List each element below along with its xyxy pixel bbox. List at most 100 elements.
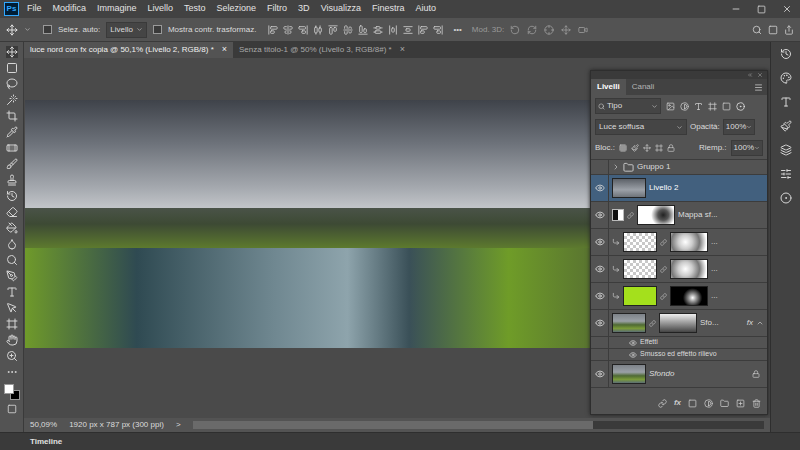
search-icon[interactable] xyxy=(752,25,762,35)
mode-3d-icon[interactable] xyxy=(510,25,520,35)
lasso-tool-icon[interactable] xyxy=(6,78,18,90)
lock-transparency-icon[interactable] xyxy=(619,144,627,152)
panel-strip-icon[interactable] xyxy=(780,120,792,132)
share-icon[interactable] xyxy=(784,25,794,35)
menu-item[interactable]: Livello xyxy=(148,2,174,16)
align-icon[interactable] xyxy=(313,25,323,35)
lock-position-icon[interactable] xyxy=(643,144,651,152)
horizontal-scrollbar[interactable] xyxy=(193,421,764,429)
collapse-icon[interactable] xyxy=(747,72,753,78)
timeline-tab[interactable]: Timeline xyxy=(30,436,62,448)
align-icon[interactable] xyxy=(268,25,278,35)
minimize-icon[interactable] xyxy=(731,4,741,14)
more-tool-icon[interactable] xyxy=(6,366,18,378)
mode-3d-icon[interactable] xyxy=(561,25,571,35)
add-mask-icon[interactable] xyxy=(688,399,697,408)
lock-pixels-icon[interactable] xyxy=(631,144,639,152)
expand-icon[interactable] xyxy=(612,163,620,171)
type-tool-icon[interactable] xyxy=(6,286,18,298)
visibility-toggle[interactable] xyxy=(591,361,609,387)
visibility-toggle[interactable] xyxy=(591,283,609,309)
close-icon[interactable] xyxy=(782,4,792,14)
align-icon[interactable] xyxy=(328,25,338,35)
layer-row[interactable]: Sfondo xyxy=(591,361,767,388)
link-icon[interactable] xyxy=(658,399,667,408)
document-tab[interactable]: luce nord con fx copia @ 50,1% (Livello … xyxy=(24,42,233,58)
crop-tool-icon[interactable] xyxy=(6,110,18,122)
panel-strip-icon[interactable] xyxy=(780,72,792,84)
panel-strip-icon[interactable] xyxy=(780,144,792,156)
tab-close[interactable]: × xyxy=(400,43,405,57)
visibility-toggle[interactable] xyxy=(591,175,609,201)
collapse-icon[interactable] xyxy=(756,319,764,327)
eraser-tool-icon[interactable] xyxy=(6,206,18,218)
menu-item[interactable]: 3D xyxy=(298,2,310,16)
pen-tool-icon[interactable] xyxy=(6,270,18,282)
adjustment-filter-icon[interactable] xyxy=(680,102,689,111)
more-button[interactable]: ••• xyxy=(453,24,461,36)
menu-item[interactable]: File xyxy=(27,2,42,16)
transform-controls-checkbox[interactable] xyxy=(153,25,162,34)
hand-tool-icon[interactable] xyxy=(6,334,18,346)
align-icon[interactable] xyxy=(388,25,398,35)
pixel-filter-icon[interactable] xyxy=(666,102,675,111)
maximize-icon[interactable] xyxy=(757,5,766,14)
color-swatches[interactable] xyxy=(4,384,20,400)
eye-icon[interactable] xyxy=(629,351,637,359)
menu-item[interactable]: Aiuto xyxy=(416,2,437,16)
panel-tab[interactable]: Livelli xyxy=(591,79,626,95)
menu-item[interactable]: Finestra xyxy=(372,2,405,16)
shape-tool-icon[interactable] xyxy=(6,318,18,330)
visibility-toggle[interactable] xyxy=(591,310,609,336)
layer-row[interactable]: ... xyxy=(591,256,767,283)
delete-icon[interactable] xyxy=(752,399,761,408)
mode-3d-icon[interactable] xyxy=(527,25,537,35)
close-icon[interactable] xyxy=(757,72,763,78)
visibility-toggle[interactable] xyxy=(591,256,609,282)
align-icon[interactable] xyxy=(403,25,413,35)
marquee-tool-icon[interactable] xyxy=(6,62,18,74)
mode-3d-icon[interactable] xyxy=(578,25,588,35)
info-menu[interactable]: > xyxy=(176,419,181,431)
panel-strip-icon[interactable] xyxy=(780,168,792,180)
lock-artboard-icon[interactable] xyxy=(655,144,663,152)
magic-wand-tool-icon[interactable] xyxy=(6,94,18,106)
filter-dropdown[interactable]: Tipo xyxy=(595,98,661,114)
quick-mask-icon[interactable] xyxy=(7,404,17,414)
effect-row[interactable]: Smusso ed effetto rilievo xyxy=(591,349,767,361)
menu-item[interactable]: Immagine xyxy=(97,2,137,16)
shape-filter-icon[interactable] xyxy=(708,102,717,111)
align-icon[interactable] xyxy=(283,25,293,35)
menu-item[interactable]: Selezione xyxy=(217,2,257,16)
dodge-tool-icon[interactable] xyxy=(6,254,18,266)
menu-item[interactable]: Filtro xyxy=(267,2,287,16)
align-icon[interactable] xyxy=(418,25,428,35)
blur-tool-icon[interactable] xyxy=(6,238,18,250)
filter-toggle-icon[interactable] xyxy=(736,102,745,111)
layer-row[interactable]: ... xyxy=(591,283,767,310)
panel-menu-icon[interactable] xyxy=(754,83,763,92)
layer-row[interactable]: Mappa sf... xyxy=(591,202,767,229)
lock-all-icon[interactable] xyxy=(667,144,675,152)
align-icon[interactable] xyxy=(298,25,308,35)
align-icon[interactable] xyxy=(358,25,368,35)
layer-row[interactable]: ... xyxy=(591,229,767,256)
visibility-toggle[interactable] xyxy=(591,229,609,255)
auto-select-checkbox[interactable] xyxy=(43,25,52,34)
history-brush-tool-icon[interactable] xyxy=(6,190,18,202)
visibility-toggle[interactable] xyxy=(591,202,609,228)
menu-item[interactable]: Modifica xyxy=(53,2,87,16)
tool-preset-icon[interactable] xyxy=(24,26,31,33)
new-layer-icon[interactable] xyxy=(736,399,745,408)
menu-item[interactable]: Testo xyxy=(184,2,206,16)
panel-strip-icon[interactable] xyxy=(780,48,792,60)
healing-tool-icon[interactable] xyxy=(6,142,18,154)
layer-row[interactable]: Gruppo 1 xyxy=(591,160,767,175)
type-filter-icon[interactable] xyxy=(694,102,703,111)
workspace-icon[interactable] xyxy=(768,25,778,35)
blend-mode-dropdown[interactable]: Luce soffusa xyxy=(595,119,687,135)
panel-tab[interactable]: Canali xyxy=(626,79,661,95)
tab-close[interactable]: × xyxy=(222,43,227,57)
zoom-tool-icon[interactable] xyxy=(6,350,18,362)
layer-row[interactable]: Livello 2 xyxy=(591,175,767,202)
